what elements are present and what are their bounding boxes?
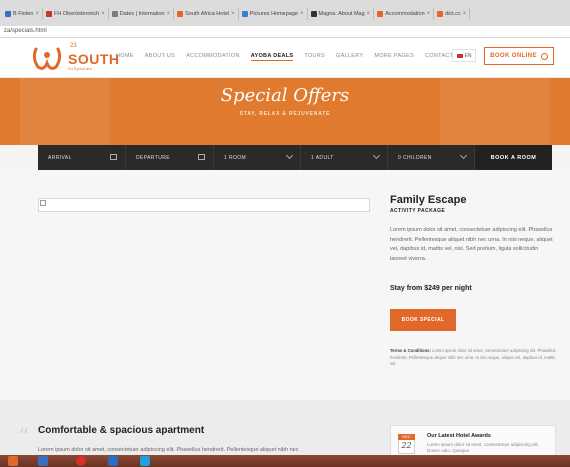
chevron-down-icon <box>285 151 294 160</box>
favicon-icon <box>377 11 384 17</box>
gear-icon <box>540 52 548 60</box>
chevron-down-icon <box>372 151 381 160</box>
logo-mark-icon <box>32 47 62 70</box>
language-label: EN <box>464 52 472 59</box>
browser-tab[interactable]: Magna: About Mag × <box>308 8 375 20</box>
broken-image-icon <box>40 200 46 206</box>
close-icon[interactable]: × <box>101 11 105 17</box>
browser-tab-label: FH Oberösterreich <box>54 11 100 17</box>
arrival-field[interactable]: ARRIVAL <box>38 145 126 170</box>
browser-tab-label: South Africa Hotel <box>185 11 230 17</box>
adults-select[interactable]: 1 ADULT <box>301 145 388 170</box>
award-description: Lorem ipsum dolor sit amet, consectetuer… <box>427 442 540 453</box>
nav-home[interactable]: HOME <box>116 53 134 61</box>
offer-subtitle: ACTIVITY PACKAGE <box>390 208 446 214</box>
taskbar-app-icon[interactable] <box>76 456 86 466</box>
rooms-value: 1 ROOM <box>224 154 247 161</box>
calendar-icon <box>110 154 117 160</box>
browser-tab[interactable]: Accommodation × <box>374 8 435 20</box>
arrival-label: ARRIVAL <box>48 154 72 161</box>
nav-tours[interactable]: TOURS <box>304 53 325 61</box>
book-special-button[interactable]: BOOK SPECIAL <box>390 309 456 331</box>
close-icon[interactable]: × <box>463 11 467 17</box>
departure-label: DEPARTURE <box>136 154 170 161</box>
close-icon[interactable]: × <box>427 11 431 17</box>
browser-tab-label: Dates | Internation <box>119 11 165 17</box>
nav-accommodation[interactable]: ACCOMMODATION <box>186 53 240 61</box>
browser-tab[interactable]: Pictures Homepage × <box>239 8 308 20</box>
chevron-down-icon <box>459 151 468 160</box>
rooms-select[interactable]: 1 ROOM <box>214 145 301 170</box>
browser-tab[interactable]: FH Oberösterreich × <box>43 8 109 20</box>
favicon-icon <box>5 11 11 17</box>
terms-label: Terms & Conditions: <box>390 348 431 353</box>
main-nav: HOME ABOUT US ACCOMMODATION AYOBA DEALS … <box>116 53 464 61</box>
browser-tab[interactable]: dict.cc × <box>434 8 471 20</box>
calendar-icon <box>198 154 205 160</box>
favicon-icon <box>310 11 317 17</box>
book-online-label: BOOK ONLINE <box>490 53 537 59</box>
os-taskbar <box>0 455 570 467</box>
hero-banner: Special Offers STAY, RELAX & REJUVENATE <box>0 78 570 145</box>
page-title: Special Offers <box>220 85 350 106</box>
nav-contact[interactable]: CONTACT <box>425 53 453 61</box>
logo-word: SOUTH <box>68 51 120 67</box>
browser-tab-label: Accommodation <box>385 11 425 17</box>
favicon-icon <box>437 11 444 17</box>
nav-gallery[interactable]: GALLERY <box>336 53 363 61</box>
favicon-icon <box>46 11 52 17</box>
offer-title: Family Escape <box>390 194 467 206</box>
nav-ayoba-deals[interactable]: AYOBA DEALS <box>250 53 294 61</box>
departure-field[interactable]: DEPARTURE <box>126 145 214 170</box>
book-room-button[interactable]: BOOK A ROOM <box>475 145 552 170</box>
favicon-icon <box>241 11 248 17</box>
browser-tab-label: dict.cc <box>445 11 461 17</box>
page-subtitle: STAY, RELAX & REJUVENATE <box>239 111 331 117</box>
close-icon[interactable]: × <box>300 11 304 17</box>
terms-conditions: Terms & Conditions: Lorem ipsum dolor si… <box>390 348 556 368</box>
award-month: DEC <box>398 434 415 440</box>
nav-more-pages[interactable]: MORE PAGES <box>374 53 414 61</box>
browser-tab[interactable]: B Fioten × <box>2 8 43 20</box>
browser-tab-label: Magna: About Mag <box>318 11 365 17</box>
close-icon[interactable]: × <box>35 11 39 17</box>
close-icon[interactable]: × <box>367 11 371 17</box>
quote-icon: “ <box>18 425 30 450</box>
booking-bar: ARRIVAL DEPARTURE 1 ROOM 1 ADULT 0 CHILD… <box>38 145 552 170</box>
book-online-button[interactable]: BOOK ONLINE <box>484 47 554 65</box>
browser-tab[interactable]: Dates | Internation × <box>109 8 175 20</box>
apartment-title: Comfortable & spacious apartment <box>38 425 205 436</box>
children-value: 0 CHILDREN <box>398 154 432 161</box>
offer-image <box>38 198 370 212</box>
site-header: 23 SOUTH SoSpecials HOME ABOUT US ACCOMM… <box>0 38 570 78</box>
apartment-description: Lorem ipsum dolor sit amet, consectetuer… <box>38 447 299 453</box>
close-icon[interactable]: × <box>231 11 235 17</box>
taskbar-app-icon[interactable] <box>140 456 150 466</box>
award-title[interactable]: Our Latest Hotel Awards <box>427 433 491 439</box>
award-day: 22 <box>401 441 412 450</box>
logo-subtitle: SoSpecials <box>68 66 93 71</box>
address-bar[interactable]: za/specials.html <box>0 26 570 38</box>
browser-tab-label: Pictures Homepage <box>249 11 298 17</box>
browser-tab-strip: B Fioten × FH Oberösterreich × Dates | Inter… <box>0 0 570 26</box>
logo-number: 23 <box>70 43 77 49</box>
favicon-icon <box>111 11 118 17</box>
adults-value: 1 ADULT <box>311 154 334 161</box>
browser-tab-label: B Fioten <box>13 11 34 17</box>
children-select[interactable]: 0 CHILDREN <box>388 145 475 170</box>
language-selector[interactable]: EN <box>452 49 476 62</box>
taskbar-app-icon[interactable] <box>108 456 118 466</box>
taskbar-app-icon[interactable] <box>38 456 48 466</box>
offer-price: Stay from $249 per night <box>390 285 472 292</box>
nav-about-us[interactable]: ABOUT US <box>145 53 175 61</box>
close-icon[interactable]: × <box>167 11 171 17</box>
favicon-icon <box>177 11 184 17</box>
browser-tab[interactable]: South Africa Hotel × <box>174 8 239 20</box>
offer-description: Lorem ipsum dolor sit amet, consectetuer… <box>390 227 553 262</box>
site-logo[interactable]: 23 SOUTH SoSpecials <box>30 41 119 75</box>
taskbar-app-icon[interactable] <box>8 456 18 466</box>
flag-icon <box>456 53 463 58</box>
